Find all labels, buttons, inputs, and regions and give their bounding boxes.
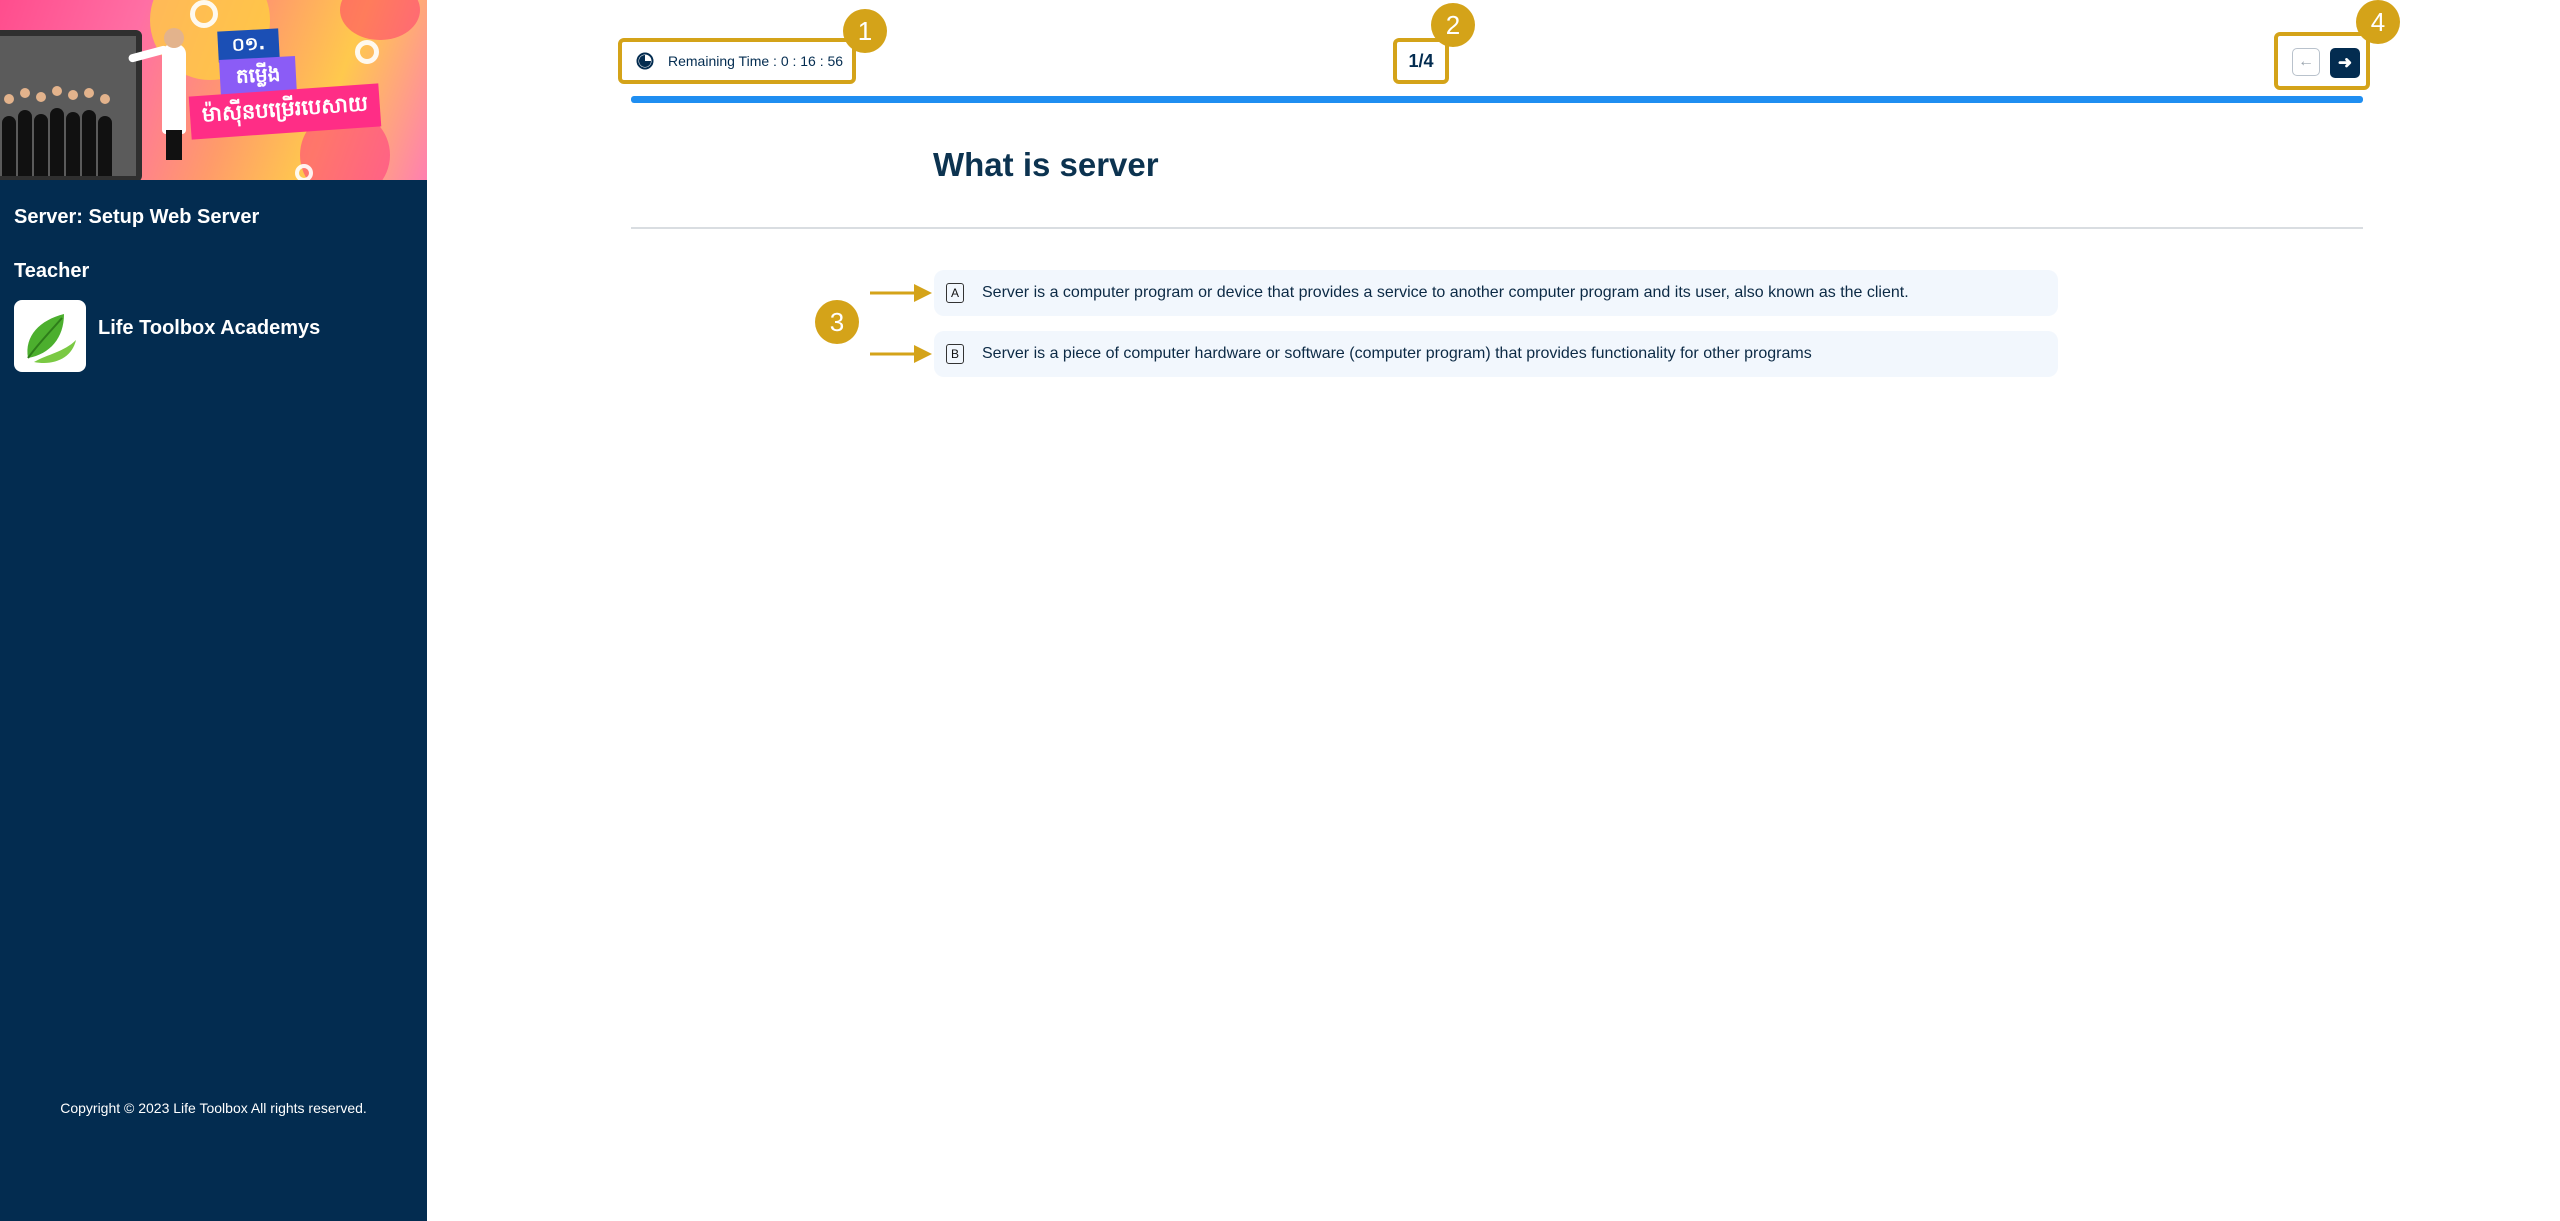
laptop-illustration [0,30,142,180]
remaining-time-text: Remaining Time : 0 : 16 : 56 [668,53,844,69]
teacher-name[interactable]: Life Toolbox Academys [98,317,320,340]
annotation-badge-4: 4 [2356,0,2400,44]
divider [631,227,2363,229]
answer-text-a: Server is a computer program or device t… [982,284,1909,301]
arrow-left-icon: ← [2298,53,2314,70]
answer-option-b[interactable]: B Server is a piece of computer hardware… [934,331,2058,377]
presenter-illustration [162,44,186,134]
remaining-time-display: Remaining Time : 0 : 16 : 56 [618,38,856,84]
question-title: What is server [933,146,1159,183]
copyright-text: Copyright © 2023 Life Toolbox All rights… [60,1100,367,1116]
previous-question-button[interactable]: ← [2292,48,2320,76]
arrow-right-icon: ➜ [2337,53,2353,72]
answer-text-b: Server is a piece of computer hardware o… [982,345,1812,362]
question-counter: 1/4 [1393,38,1449,84]
quiz-progress-bar [631,96,2363,103]
answer-letter-a: A [946,283,964,303]
course-title: Server: Setup Web Server [14,206,260,228]
course-banner-image: ០១. តម្លើង ម៉ាស៊ីនបម្រើរបេសាយ [0,0,427,180]
teacher-avatar[interactable] [14,300,86,372]
question-navigation: ← ➜ [2274,32,2370,90]
sidebar: ០១. តម្លើង ម៉ាស៊ីនបម្រើរបេសាយ Server: Se… [0,0,427,1221]
quiz-progress-fill [631,96,2363,103]
annotation-arrow-icon [870,284,932,302]
annotation-badge-3: 3 [815,300,859,344]
leaf-logo-icon [27,314,76,364]
timer-icon [636,52,654,70]
annotation-arrow-icon [870,345,932,363]
answer-letter-b: B [946,344,964,364]
annotation-badge-1: 1 [843,9,887,53]
next-question-button[interactable]: ➜ [2330,48,2360,78]
annotation-badge-2: 2 [1431,3,1475,47]
answer-option-a[interactable]: A Server is a computer program or device… [934,270,2058,316]
teacher-label: Teacher [14,260,90,282]
